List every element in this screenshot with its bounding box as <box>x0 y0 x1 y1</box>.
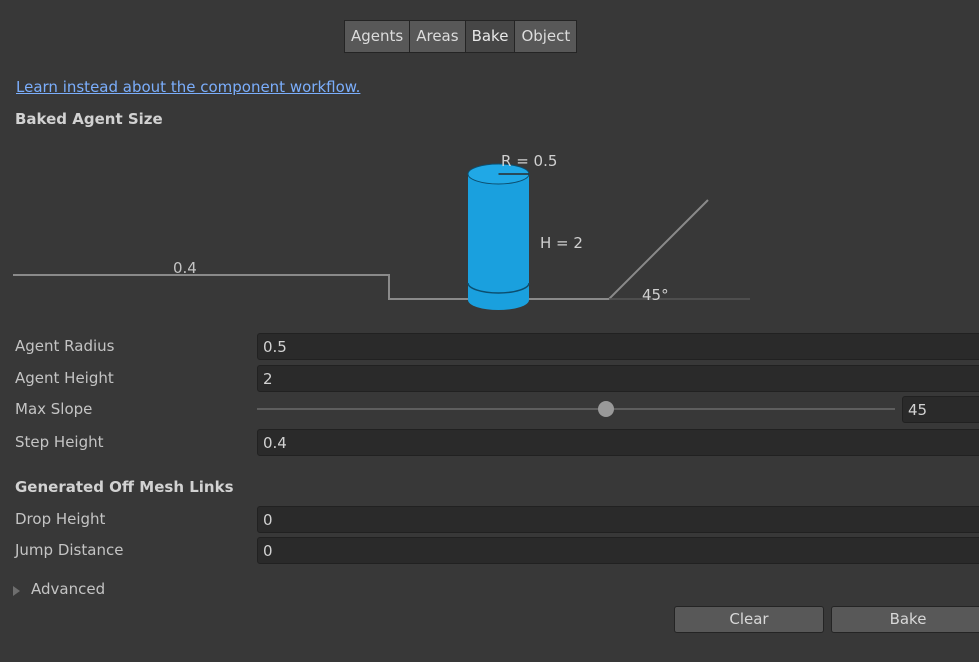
step-height-label: Step Height <box>15 433 104 451</box>
advanced-foldout-label[interactable]: Advanced <box>31 580 105 598</box>
bake-button[interactable]: Bake <box>831 606 979 633</box>
agent-height-label: Agent Height <box>15 369 114 387</box>
off-mesh-links-heading: Generated Off Mesh Links <box>15 478 234 496</box>
drop-height-field[interactable]: 0 <box>257 506 979 533</box>
step-height-field[interactable]: 0.4 <box>257 429 979 456</box>
agent-height-field[interactable]: 2 <box>257 365 979 392</box>
baked-agent-size-heading: Baked Agent Size <box>15 110 163 128</box>
clear-button[interactable]: Clear <box>674 606 824 633</box>
step-height-label: 0.4 <box>173 259 197 277</box>
drop-height-label: Drop Height <box>15 510 106 528</box>
jump-distance-field[interactable]: 0 <box>257 537 979 564</box>
tab-agents[interactable]: Agents <box>344 20 411 53</box>
tab-object[interactable]: Object <box>514 20 578 53</box>
tab-areas[interactable]: Areas <box>409 20 466 53</box>
agent-radius-field[interactable]: 0.5 <box>257 333 979 360</box>
agent-radius-label: Agent Radius <box>15 337 115 355</box>
max-slope-field[interactable]: 45 <box>902 396 979 423</box>
ground-step-slope-line <box>13 199 709 300</box>
agent-cylinder-body <box>468 174 529 300</box>
agent-size-diagram: R = 0.5 H = 2 0.4 45° <box>13 152 750 310</box>
tab-bar: Agents Areas Bake Object <box>344 20 578 53</box>
advanced-foldout-arrow-icon[interactable] <box>13 586 20 596</box>
max-slope-slider-thumb[interactable] <box>598 401 615 417</box>
slope-angle-label: 45° <box>642 286 669 304</box>
jump-distance-label: Jump Distance <box>15 541 124 559</box>
component-workflow-link[interactable]: Learn instead about the component workfl… <box>16 78 360 96</box>
max-slope-slider-track[interactable] <box>257 408 895 410</box>
max-slope-label: Max Slope <box>15 400 93 418</box>
height-label: H = 2 <box>540 234 583 252</box>
tab-bake[interactable]: Bake <box>464 20 516 53</box>
radius-label: R = 0.5 <box>501 152 557 170</box>
